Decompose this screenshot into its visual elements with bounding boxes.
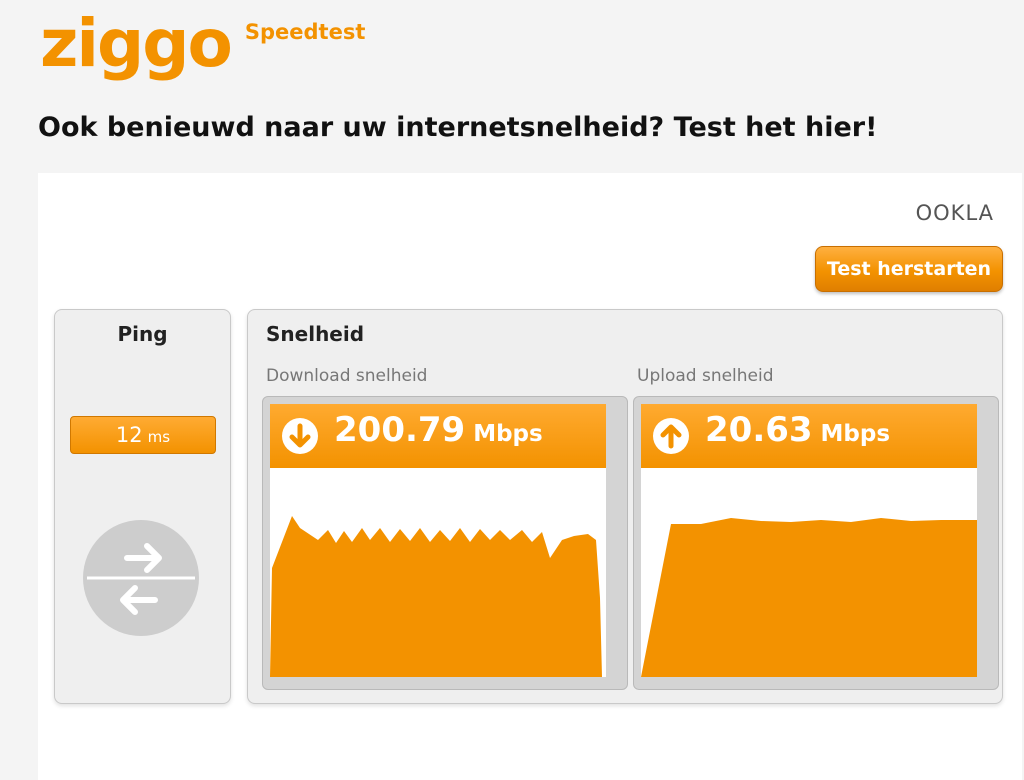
- ping-panel: Ping 12 ms: [54, 309, 231, 704]
- download-result-bar: 200.79 Mbps: [270, 404, 606, 468]
- upload-label: Upload snelheid: [637, 366, 774, 386]
- download-value: 200.79: [334, 410, 466, 450]
- download-speed-curve: [270, 516, 602, 677]
- upload-speed-curve: [641, 518, 977, 677]
- ping-value: 12: [115, 423, 143, 447]
- download-label: Download snelheid: [266, 366, 428, 386]
- upload-value: 20.63: [705, 410, 813, 450]
- restart-test-button[interactable]: Test herstarten: [815, 246, 1003, 292]
- download-graph-area: 200.79 Mbps: [270, 404, 606, 677]
- upload-result-bar: 20.63 Mbps: [641, 404, 977, 468]
- upload-unit: Mbps: [820, 421, 891, 447]
- download-graph: 200.79 Mbps: [262, 396, 628, 690]
- upload-arrow-icon: [653, 418, 689, 454]
- download-speed: 200.79 Mbps: [334, 410, 543, 450]
- upload-graph-area: 20.63 Mbps: [641, 404, 977, 677]
- speedtest-widget: OOKLA Test herstarten Ping 12 ms Snelhei…: [38, 173, 1022, 780]
- speed-title: Snelheid: [266, 322, 365, 346]
- upload-graph: 20.63 Mbps: [633, 396, 999, 690]
- ookla-logo: OOKLA: [915, 201, 994, 225]
- ping-arrows-icon: [83, 520, 199, 636]
- speed-panel: Snelheid Download snelheid Upload snelhe…: [247, 309, 1003, 704]
- ping-unit: ms: [147, 427, 171, 446]
- logo-subtitle: Speedtest: [244, 20, 366, 44]
- ziggo-logo[interactable]: ziggo Speedtest: [40, 6, 365, 82]
- logo-wordmark: ziggo: [40, 5, 233, 82]
- page-headline: Ook benieuwd naar uw internetsnelheid? T…: [38, 112, 878, 143]
- ping-title: Ping: [117, 322, 168, 346]
- download-arrow-icon: [282, 418, 318, 454]
- ping-result: 12 ms: [70, 416, 216, 454]
- upload-speed: 20.63 Mbps: [705, 410, 890, 450]
- download-unit: Mbps: [473, 421, 543, 447]
